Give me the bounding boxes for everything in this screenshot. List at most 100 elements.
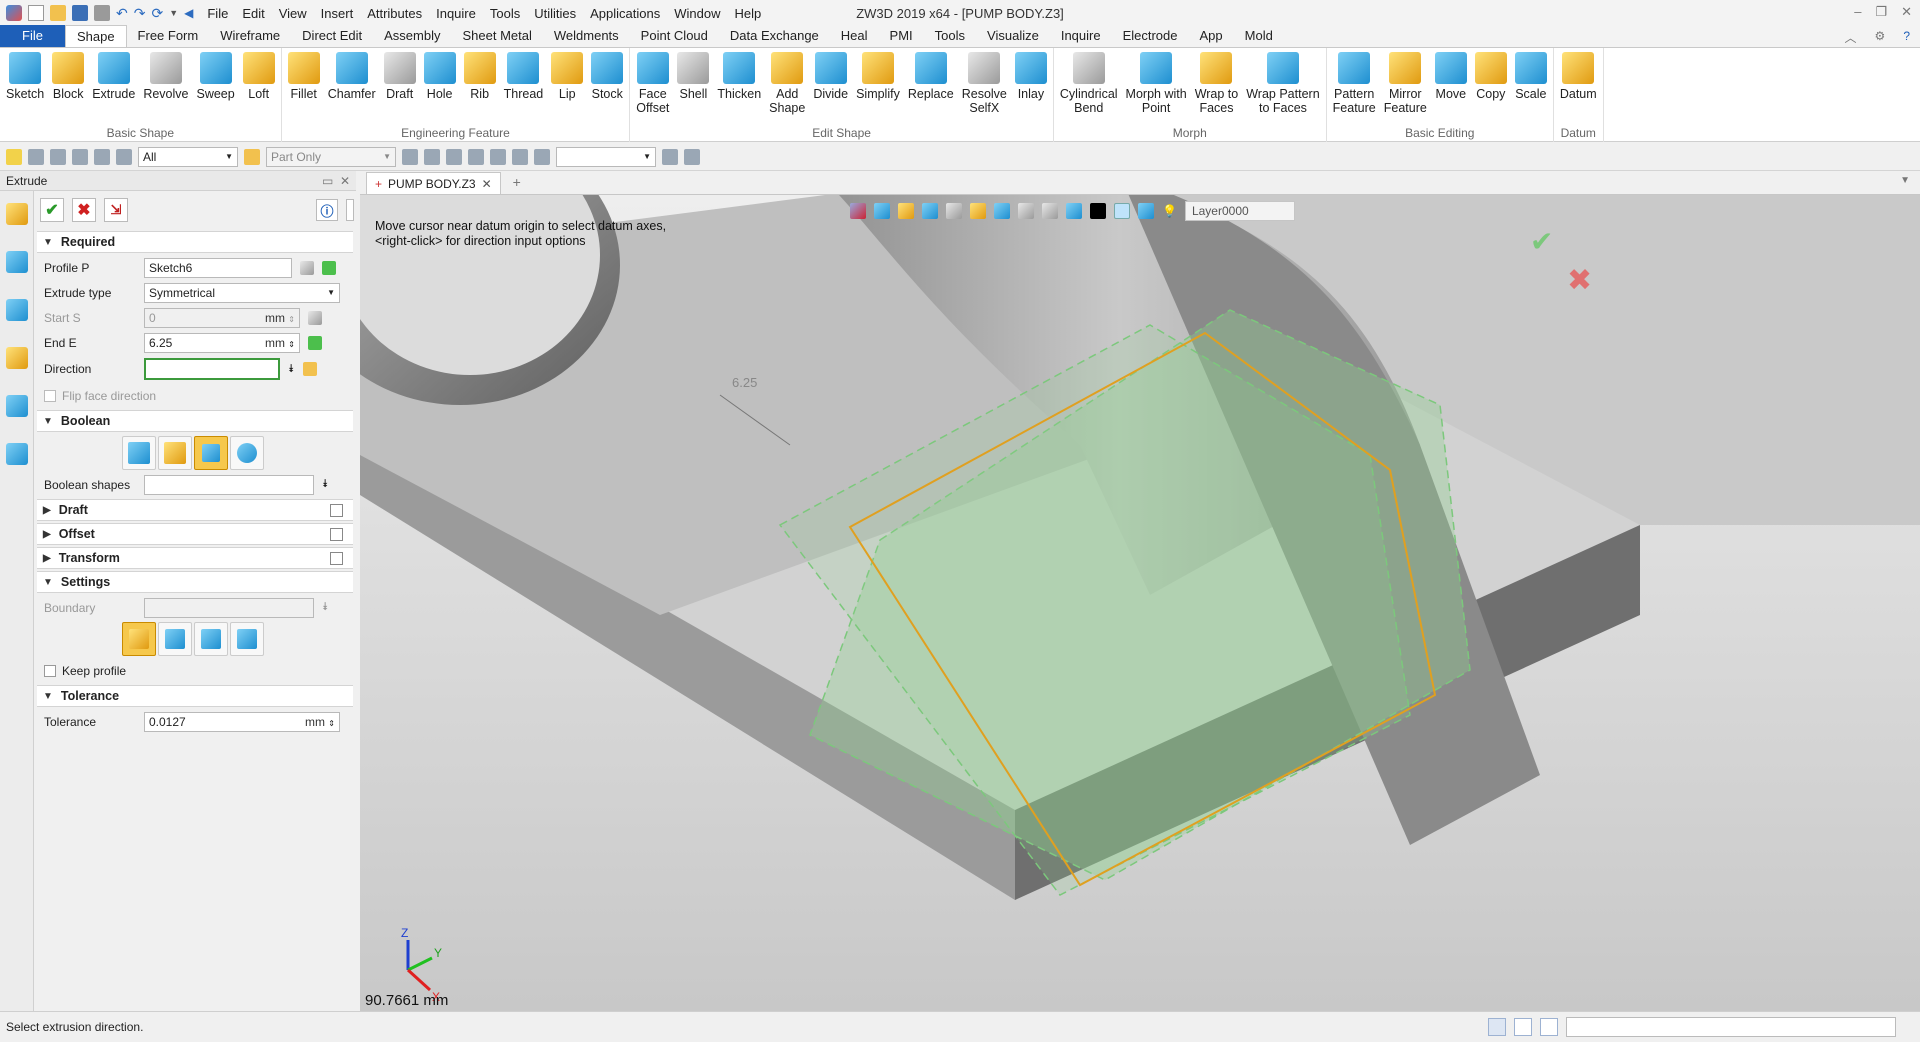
save-icon[interactable] xyxy=(72,5,88,21)
tab-data-exchange[interactable]: Data Exchange xyxy=(719,25,830,47)
background-color-icon[interactable] xyxy=(1090,203,1106,219)
layer-select[interactable]: Layer0000 xyxy=(1184,201,1295,221)
tab-app[interactable]: App xyxy=(1189,25,1234,47)
filter-icon[interactable] xyxy=(116,148,132,165)
pin-icon[interactable] xyxy=(512,148,528,165)
model-scene[interactable]: 6.25 Z Y X xyxy=(360,195,1920,1011)
view-tool-9-icon[interactable] xyxy=(1042,203,1058,219)
filter-select[interactable]: All ▼ xyxy=(138,146,238,167)
spinner-icon[interactable]: ⇕ xyxy=(328,719,335,728)
tab-electrode[interactable]: Electrode xyxy=(1112,25,1189,47)
direction-options-icon[interactable] xyxy=(302,362,317,376)
tab-direct-edit[interactable]: Direct Edit xyxy=(291,25,373,47)
menu-tools[interactable]: Tools xyxy=(490,6,520,21)
flip-checkbox[interactable] xyxy=(44,389,56,402)
boolean-add-button[interactable] xyxy=(158,436,192,470)
view-tool-7-icon[interactable] xyxy=(994,203,1010,219)
tab-sheet-metal[interactable]: Sheet Metal xyxy=(452,25,543,47)
menu-utilities[interactable]: Utilities xyxy=(534,6,576,21)
user-icon[interactable] xyxy=(6,443,28,465)
polygon-icon[interactable] xyxy=(94,148,110,165)
cancel-button[interactable]: ✖ xyxy=(72,198,96,222)
offset-checkbox[interactable] xyxy=(330,528,343,541)
profile-field[interactable]: Sketch6 xyxy=(144,257,292,278)
settings-gear-icon[interactable]: ⚙ xyxy=(1875,29,1886,46)
restore-icon[interactable]: ❐ xyxy=(1875,4,1887,20)
section-offset[interactable]: ▶ Offset xyxy=(37,523,353,545)
tab-wireframe[interactable]: Wireframe xyxy=(209,25,291,47)
section-required[interactable]: ▼ Required xyxy=(37,231,353,253)
tab-pmi[interactable]: PMI xyxy=(879,25,924,47)
menu-file[interactable]: File xyxy=(207,6,228,21)
profile-picker-icon[interactable] xyxy=(300,260,314,275)
spinner-icon[interactable]: ⇕ xyxy=(288,340,295,349)
collapse-ribbon-icon[interactable]: ︿ xyxy=(1845,29,1857,46)
pin-panel-icon[interactable]: ▭ xyxy=(322,174,333,188)
view-cube-icon[interactable] xyxy=(922,203,938,219)
tab-free-form[interactable]: Free Form xyxy=(127,25,210,47)
new-file-icon[interactable] xyxy=(28,5,44,21)
assembly-tree-icon[interactable] xyxy=(6,299,28,321)
tool-a-icon[interactable] xyxy=(402,148,418,165)
cursor-icon[interactable] xyxy=(662,148,678,165)
tabs-menu-icon[interactable]: ▼ xyxy=(1900,175,1910,186)
ok-button[interactable]: ✔ xyxy=(40,198,64,222)
tool-b-icon[interactable] xyxy=(424,148,440,165)
back-arrow-icon[interactable]: ◀ xyxy=(184,6,193,20)
menu-help[interactable]: Help xyxy=(734,6,761,21)
section-transform[interactable]: ▶ Transform xyxy=(37,547,353,569)
section-boolean[interactable]: ▼ Boolean xyxy=(37,410,353,432)
select-pointer-icon[interactable] xyxy=(6,148,22,165)
section-settings[interactable]: ▼ Settings xyxy=(37,571,353,593)
start-options-icon[interactable] xyxy=(308,310,322,325)
close-tab-icon[interactable]: ✕ xyxy=(482,177,492,191)
feature-panel-icon[interactable] xyxy=(6,203,28,225)
close-panel-icon[interactable]: ✕ xyxy=(340,174,350,188)
end-field[interactable]: 6.25 mm ⇕ xyxy=(144,332,300,353)
3d-viewport[interactable]: 6.25 Z Y X Move cursor near datum origin… xyxy=(360,195,1920,1011)
status-mode-3-icon[interactable] xyxy=(1540,1018,1558,1036)
spinner-icon[interactable]: ⇕ xyxy=(288,315,295,324)
lightbulb-icon[interactable]: 💡 xyxy=(1162,204,1177,218)
face-color-icon[interactable] xyxy=(1114,203,1130,219)
settings-option-2-button[interactable] xyxy=(158,622,192,656)
settings-option-3-button[interactable] xyxy=(194,622,228,656)
profile-sketch-icon[interactable] xyxy=(322,260,336,275)
gear-icon[interactable] xyxy=(684,148,700,165)
menu-view[interactable]: View xyxy=(279,6,307,21)
tab-tools[interactable]: Tools xyxy=(924,25,976,47)
tab-weldments[interactable]: Weldments xyxy=(543,25,630,47)
view-tool-3-icon[interactable] xyxy=(898,203,914,219)
tab-mold[interactable]: Mold xyxy=(1234,25,1284,47)
extra-select[interactable]: ▼ xyxy=(556,146,656,167)
settings-gear-icon[interactable] xyxy=(534,148,550,165)
redo-icon[interactable]: ↷ xyxy=(134,5,146,22)
quick-access-dropdown-icon[interactable]: ▼ xyxy=(169,8,178,18)
undo-icon[interactable]: ↶ xyxy=(116,5,128,22)
double-chevron-icon[interactable]: ⯯ xyxy=(322,478,329,491)
section-tolerance[interactable]: ▼ Tolerance xyxy=(37,685,353,707)
add-tab-icon[interactable]: + xyxy=(513,174,521,190)
dimension-label[interactable]: 6.25 xyxy=(732,375,757,390)
display-mode-icon[interactable] xyxy=(1066,203,1082,219)
part-icon[interactable] xyxy=(6,347,28,369)
view-tool-2-icon[interactable] xyxy=(874,203,890,219)
minimize-icon[interactable]: – xyxy=(1854,4,1861,20)
menu-inquire[interactable]: Inquire xyxy=(436,6,476,21)
double-chevron-icon[interactable]: ⯯ xyxy=(288,363,295,376)
boolean-remove-button[interactable] xyxy=(194,436,228,470)
history-tree-icon[interactable] xyxy=(6,251,28,273)
scope-icon[interactable] xyxy=(244,148,260,165)
accept-check-icon[interactable]: ✔ xyxy=(1530,225,1553,258)
keep-profile-checkbox[interactable] xyxy=(44,664,56,677)
boolean-intersect-button[interactable] xyxy=(230,436,264,470)
tool-e-icon[interactable] xyxy=(490,148,506,165)
boolean-base-button[interactable] xyxy=(122,436,156,470)
boundary-field[interactable] xyxy=(144,597,314,618)
view-tool-8-icon[interactable] xyxy=(1018,203,1034,219)
transform-checkbox[interactable] xyxy=(330,552,343,565)
start-field[interactable]: 0 mm ⇕ xyxy=(144,307,300,328)
direction-field[interactable] xyxy=(144,358,280,380)
open-folder-icon[interactable] xyxy=(50,5,66,21)
view-tool-1-icon[interactable] xyxy=(850,203,866,219)
